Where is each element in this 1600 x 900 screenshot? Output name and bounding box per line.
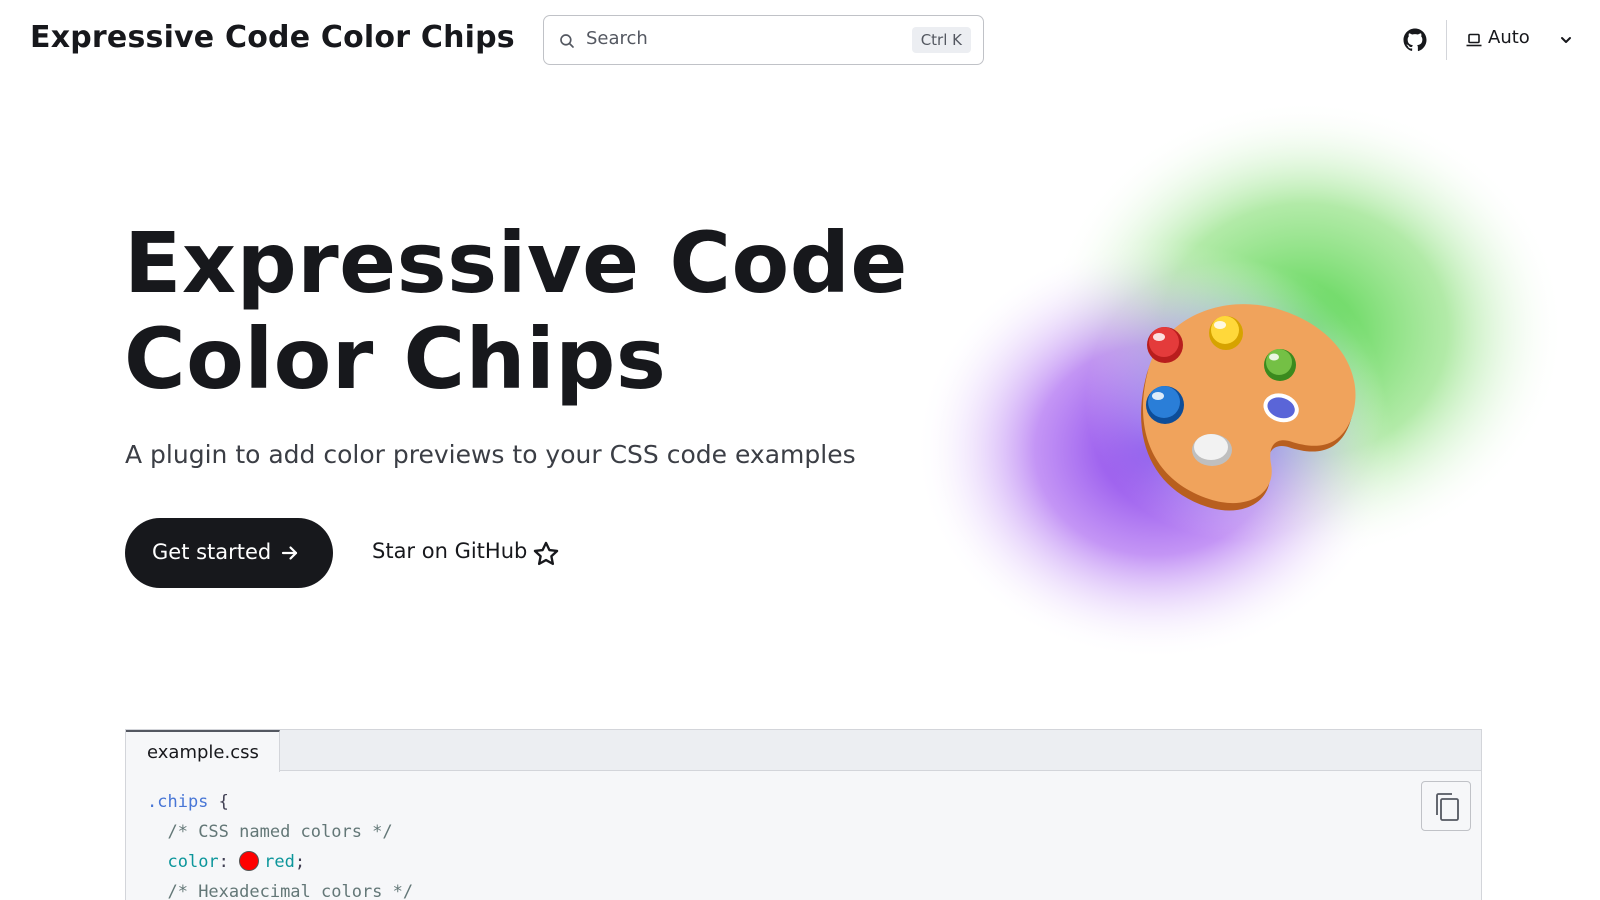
star-on-github-link[interactable]: Star on GitHub — [372, 536, 572, 572]
code-value: red — [264, 852, 295, 872]
star-icon — [533, 541, 559, 566]
theme-select[interactable]: Auto — [1466, 26, 1582, 54]
hero-tagline: A plugin to add color previews to your C… — [125, 440, 856, 469]
search-shortcut: Ctrl K — [911, 27, 971, 53]
search-icon — [560, 34, 574, 48]
get-started-button[interactable]: Get started — [125, 518, 333, 588]
copy-icon — [1436, 793, 1459, 821]
code-example: example.css .chips { /* CSS named colors… — [125, 729, 1482, 900]
code-semicolon: ; — [294, 852, 306, 872]
arrow-right-icon — [281, 546, 298, 560]
search-button[interactable]: Search Ctrl K — [543, 15, 984, 65]
code-brace: { — [208, 792, 229, 812]
laptop-icon — [1466, 33, 1482, 47]
code-comment: /* Hexadecimal colors */ — [167, 882, 414, 900]
code-block: .chips { /* CSS named colors */ color: r… — [147, 787, 413, 900]
code-line: .chips { — [147, 787, 413, 817]
site-title[interactable]: Expressive Code Color Chips — [30, 20, 515, 55]
code-line: /* Hexadecimal colors */ — [147, 877, 413, 900]
code-line: color: red; — [147, 847, 413, 877]
header-divider — [1446, 20, 1447, 60]
chevron-down-icon — [1561, 37, 1571, 43]
get-started-label: Get started — [152, 540, 272, 564]
code-property: color — [167, 852, 219, 872]
search-label: Search — [586, 28, 648, 49]
code-line: /* CSS named colors */ — [147, 817, 413, 847]
code-tab-label: example.css — [147, 742, 259, 763]
copy-button[interactable] — [1421, 781, 1471, 831]
color-chip — [239, 851, 260, 871]
code-comment: /* CSS named colors */ — [167, 822, 393, 842]
code-tab: example.css — [126, 730, 280, 772]
github-icon[interactable] — [1403, 28, 1427, 52]
hero-title-line-1: Expressive Code — [124, 214, 908, 312]
hero-title: Expressive Code Color Chips — [124, 215, 908, 407]
theme-select-label: Auto — [1488, 27, 1530, 48]
code-tab-bar: example.css — [126, 730, 1481, 772]
star-on-github-label: Star on GitHub — [372, 539, 528, 563]
code-selector: .chips — [147, 792, 209, 812]
hero-title-line-2: Color Chips — [124, 310, 667, 408]
code-colon: : — [218, 852, 240, 872]
artist-palette-icon — [1141, 304, 1356, 511]
site-header: Expressive Code Color Chips Search Ctrl … — [0, 0, 1600, 80]
